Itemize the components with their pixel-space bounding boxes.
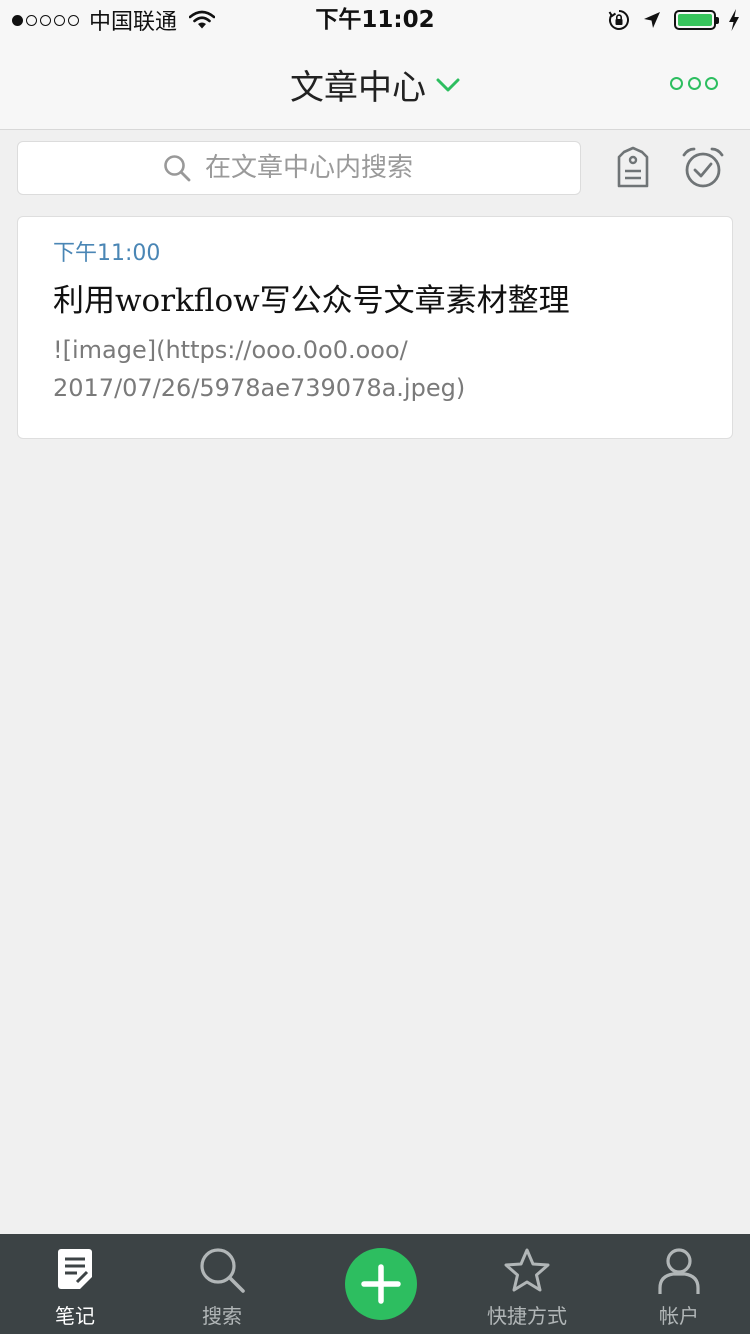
- reminder-button[interactable]: [680, 146, 726, 190]
- notebook-selector[interactable]: 文章中心: [290, 60, 460, 109]
- battery-icon: [674, 10, 719, 30]
- page-title: 文章中心: [290, 68, 426, 108]
- tab-notes[interactable]: 笔记: [0, 1234, 150, 1334]
- tab-label: 搜索: [202, 1304, 242, 1328]
- orientation-lock-icon: [608, 10, 629, 30]
- tab-label: 帐户: [659, 1304, 699, 1328]
- note-title: 利用workflow写公众号文章素材整理: [53, 283, 570, 319]
- tab-shortcuts[interactable]: 快捷方式: [452, 1234, 602, 1334]
- new-note-button[interactable]: [345, 1248, 417, 1320]
- note-snippet-line: 2017/07/26/5978ae739078a.jpeg): [53, 374, 466, 402]
- note-timestamp: 下午11:00: [53, 241, 161, 266]
- more-dots-icon: [705, 76, 718, 90]
- account-icon: [658, 1248, 700, 1294]
- status-right: [608, 8, 740, 32]
- plus-icon: [361, 1264, 401, 1304]
- more-dots-icon: [687, 76, 701, 90]
- location-arrow-icon: [644, 12, 660, 28]
- battery-level: [678, 14, 712, 26]
- note-snippet-line: ![image](https://ooo.0o0.ooo/: [53, 336, 408, 364]
- note-card[interactable]: 下午11:00 利用workflow写公众号文章素材整理 ![image](ht…: [17, 216, 733, 439]
- reminder-alarm-icon: [682, 147, 724, 188]
- star-icon: [504, 1248, 550, 1292]
- search-input[interactable]: [205, 153, 435, 183]
- search-row: [0, 130, 750, 208]
- status-bar: 中国联通 下午11:02: [0, 0, 750, 40]
- notes-icon: [58, 1249, 92, 1289]
- tab-bar: 笔记 搜索 快捷方式 帐户: [0, 1234, 750, 1334]
- tab-search[interactable]: 搜索: [147, 1234, 297, 1334]
- more-dots-icon: [670, 76, 683, 90]
- tag-icon: [617, 146, 649, 188]
- note-snippet: ![image](https://ooo.0o0.ooo/ 2017/07/26…: [53, 331, 673, 407]
- charging-bolt-icon: [729, 9, 739, 31]
- tab-account[interactable]: 帐户: [604, 1234, 750, 1334]
- search-box[interactable]: [17, 141, 581, 195]
- more-options-button[interactable]: [670, 68, 718, 98]
- chevron-down-icon: [436, 78, 460, 91]
- tag-button[interactable]: [614, 146, 652, 190]
- tab-label: 快捷方式: [487, 1304, 567, 1328]
- search-icon: [200, 1248, 245, 1293]
- nav-title-area: 文章中心: [0, 40, 750, 129]
- nav-bar: 文章中心: [0, 40, 750, 130]
- battery-cap: [716, 17, 719, 24]
- tab-label: 笔记: [55, 1304, 95, 1328]
- search-icon: [164, 155, 191, 182]
